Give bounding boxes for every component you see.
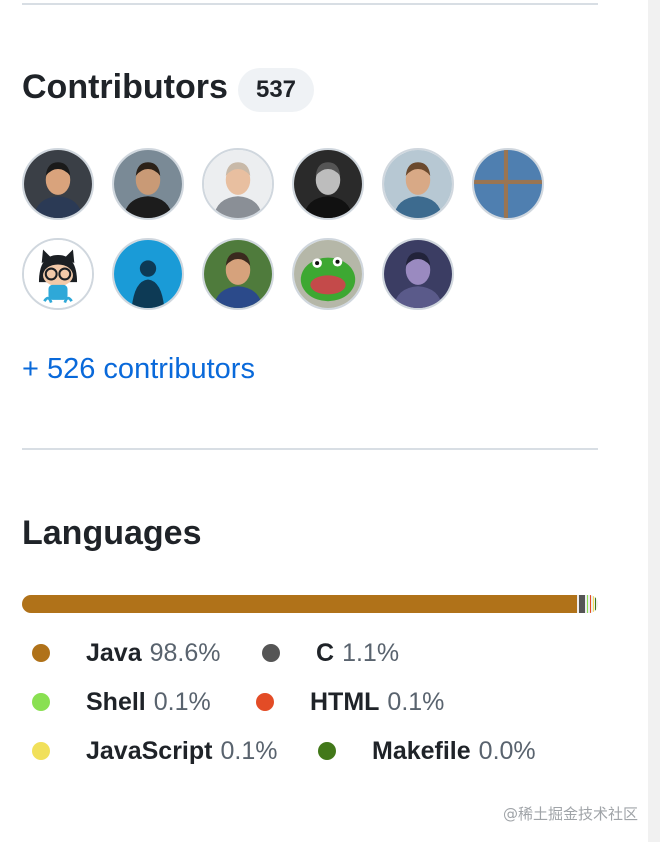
scrollbar-track[interactable] bbox=[648, 0, 660, 842]
language-percent: 0.0% bbox=[478, 736, 536, 765]
languages-title: Languages bbox=[22, 514, 202, 552]
more-contributors-link[interactable]: + 526 contributors bbox=[22, 353, 255, 386]
language-color-dot-icon bbox=[32, 644, 50, 662]
contributor-avatar-9[interactable] bbox=[202, 238, 274, 310]
section-divider bbox=[22, 448, 598, 450]
contributor-avatar-3[interactable] bbox=[202, 148, 274, 220]
language-color-dot-icon bbox=[32, 693, 50, 711]
avatar-image bbox=[474, 150, 542, 218]
language-item-javascript[interactable]: JavaScript 0.1% bbox=[32, 734, 277, 768]
language-item-shell[interactable]: Shell 0.1% bbox=[32, 685, 211, 719]
contributor-avatar-5[interactable] bbox=[382, 148, 454, 220]
avatar-image bbox=[114, 150, 182, 218]
contributor-avatar-7[interactable] bbox=[22, 238, 94, 310]
contributor-avatar-1[interactable] bbox=[22, 148, 94, 220]
contributor-avatar-6[interactable] bbox=[472, 148, 544, 220]
language-name: JavaScript bbox=[86, 736, 213, 765]
avatar-image bbox=[204, 150, 272, 218]
language-name: HTML bbox=[310, 687, 380, 716]
language-name: C bbox=[316, 638, 335, 667]
language-color-dot-icon bbox=[262, 644, 280, 662]
avatar-image bbox=[24, 150, 92, 218]
language-item-java[interactable]: Java 98.6% bbox=[32, 636, 221, 670]
language-bar-segment-c bbox=[579, 595, 586, 613]
contributor-avatar-4[interactable] bbox=[292, 148, 364, 220]
top-divider bbox=[22, 3, 598, 5]
avatar-image bbox=[384, 240, 452, 308]
contributor-avatar-10[interactable] bbox=[292, 238, 364, 310]
language-bar-segment-makefile bbox=[595, 595, 596, 613]
language-item-makefile[interactable]: Makefile 0.0% bbox=[318, 734, 536, 768]
contributors-count-badge: 537 bbox=[238, 68, 314, 112]
language-bar-segment-shell bbox=[587, 595, 588, 613]
language-bar-segment-html bbox=[589, 595, 591, 613]
language-name: Java bbox=[86, 638, 142, 667]
language-progress-bar bbox=[22, 595, 598, 613]
contributors-title: Contributors bbox=[22, 68, 228, 106]
language-bar-segment-javascript bbox=[592, 595, 594, 613]
avatar-image bbox=[204, 240, 272, 308]
language-color-dot-icon bbox=[256, 693, 274, 711]
language-percent: 1.1% bbox=[342, 638, 400, 667]
contributor-avatar-11[interactable] bbox=[382, 238, 454, 310]
language-color-dot-icon bbox=[32, 742, 50, 760]
language-percent: 98.6% bbox=[149, 638, 221, 667]
language-percent: 0.1% bbox=[220, 736, 278, 765]
language-name: Makefile bbox=[372, 736, 471, 765]
language-item-c[interactable]: C 1.1% bbox=[262, 636, 399, 670]
avatar-image bbox=[294, 150, 362, 218]
language-color-dot-icon bbox=[318, 742, 336, 760]
avatar-image bbox=[384, 150, 452, 218]
avatar-image bbox=[114, 240, 182, 308]
avatar-image bbox=[294, 240, 362, 308]
contributor-avatar-8[interactable] bbox=[112, 238, 184, 310]
language-bar-segment-java bbox=[22, 595, 578, 613]
language-percent: 0.1% bbox=[153, 687, 211, 716]
contributor-avatar-2[interactable] bbox=[112, 148, 184, 220]
language-percent: 0.1% bbox=[387, 687, 445, 716]
language-name: Shell bbox=[86, 687, 146, 716]
language-item-html[interactable]: HTML 0.1% bbox=[256, 685, 444, 719]
avatar-image bbox=[24, 240, 92, 308]
watermark: @稀土掘金技术社区 bbox=[502, 805, 638, 823]
